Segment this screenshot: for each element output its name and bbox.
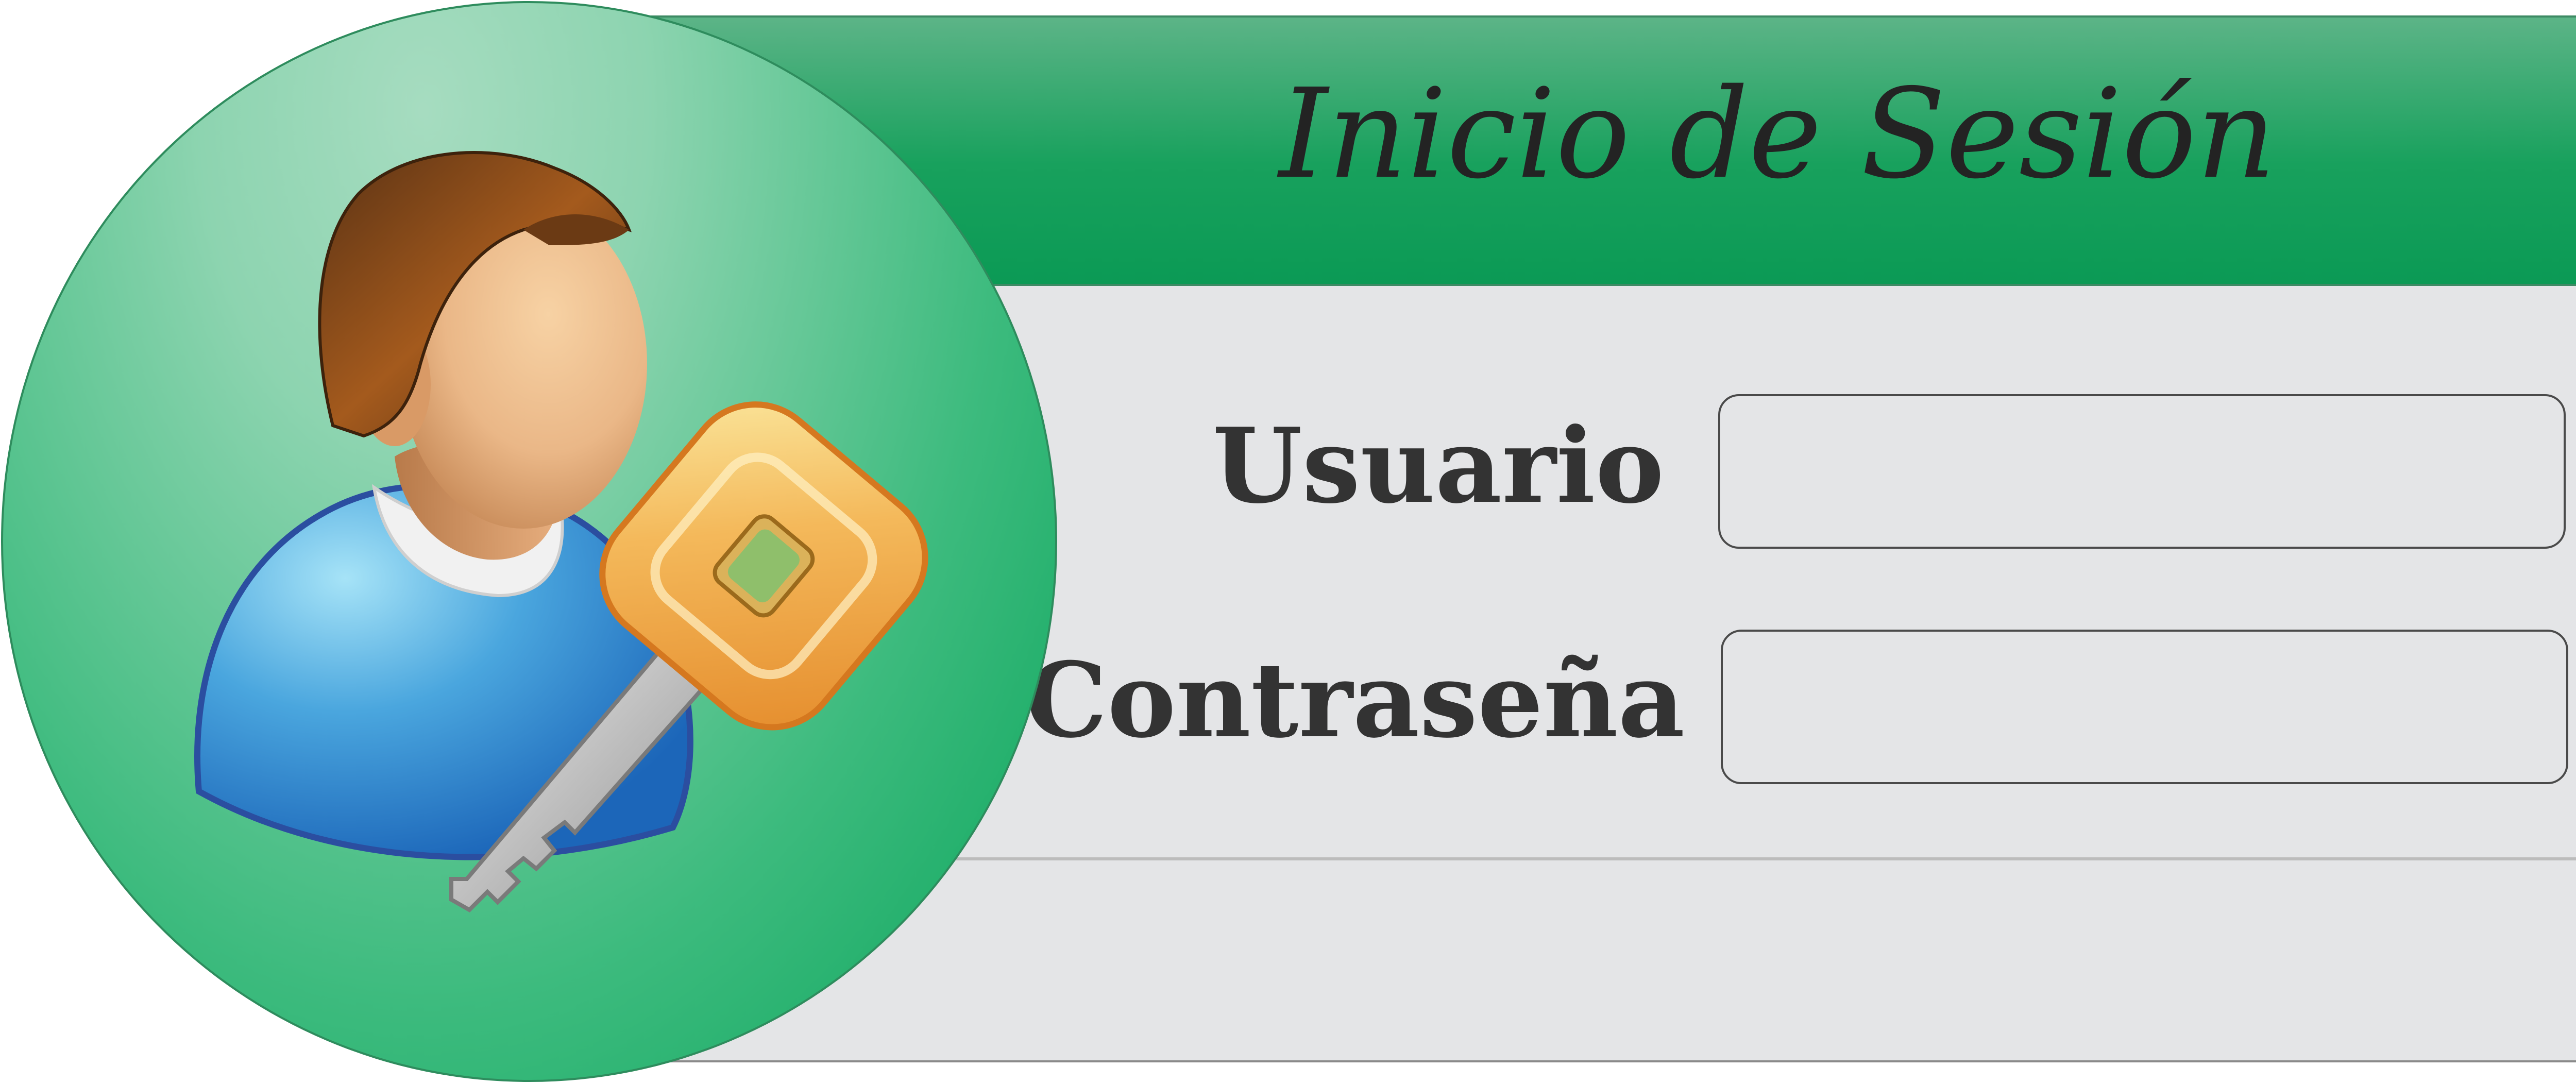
- username-label: Usuario: [1212, 405, 1664, 527]
- user-with-key-icon: [194, 151, 928, 912]
- password-label: Contraseña: [1025, 640, 1685, 761]
- page-title: Inicio de Sesión: [1279, 62, 2276, 206]
- avatar-circle: [1, 1, 1057, 1082]
- password-field[interactable]: [1721, 630, 2568, 784]
- username-field[interactable]: [1718, 394, 2566, 549]
